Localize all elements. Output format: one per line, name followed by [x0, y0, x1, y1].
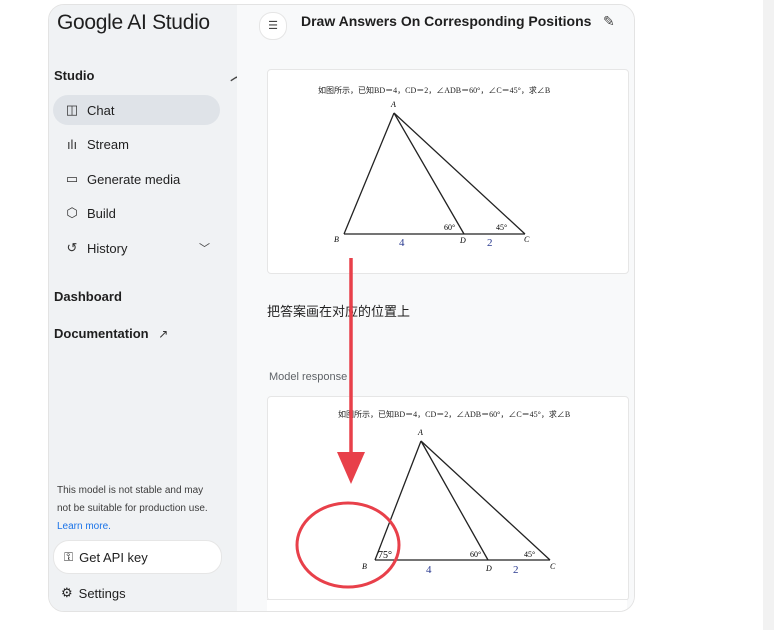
main-panel: ☰ Draw Answers On Corresponding Position… — [237, 5, 634, 611]
answer-angle-b-label: 75° — [378, 550, 392, 561]
gear-icon: ⚙ — [61, 585, 73, 600]
sidebar-item-stream[interactable]: ılı Stream — [53, 129, 220, 159]
sidebar-toggle-button[interactable]: ☰ — [259, 12, 287, 40]
external-link-icon: ↗ — [158, 327, 169, 341]
vertex-b-label: B — [334, 235, 339, 244]
angle-c-label: 45° — [496, 223, 507, 232]
sidebar: Google AI Studio Studio ︿ ◫ Chat ılı Str… — [49, 5, 270, 611]
angle-d-label: 60° — [444, 223, 455, 232]
angle-d-label: 60° — [470, 550, 481, 559]
chevron-down-icon: ﹀ — [199, 243, 210, 255]
key-icon: ⚿ — [64, 549, 74, 564]
angle-c-label: 45° — [524, 550, 535, 559]
vertex-a-label: A — [417, 428, 423, 437]
vertex-a-label: A — [390, 100, 396, 109]
prompt-image: 如图所示，已知BD＝4，CD＝2，∠ADB＝60°，∠C＝45°，求∠B A B… — [267, 69, 629, 274]
sidebar-item-label: Generate media — [87, 171, 181, 187]
vertex-b-label: B — [362, 562, 367, 571]
documentation-link[interactable]: Documentation ↗ — [54, 326, 168, 341]
vertex-d-label: D — [485, 564, 492, 573]
settings-button[interactable]: ⚙ Settings — [61, 585, 126, 601]
page-title: Draw Answers On Corresponding Positions — [301, 13, 592, 29]
studio-section-header[interactable]: Studio ︿ — [54, 68, 242, 83]
learn-more-link[interactable]: Learn more. — [57, 521, 111, 532]
next-message-card — [267, 599, 627, 611]
studio-section-label: Studio — [54, 68, 95, 83]
chat-icon: ◫ — [65, 102, 79, 117]
sidebar-item-label: Build — [87, 205, 116, 221]
problem-text: 如图所示，已知BD＝4，CD＝2，∠ADB＝60°，∠C＝45°，求∠B — [338, 409, 570, 419]
waveform-icon: ılı — [66, 136, 78, 152]
length-dc-label: 2 — [487, 237, 493, 249]
model-stability-note: This model is not stable and may not be … — [57, 482, 217, 536]
response-image: 如图所示，已知BD＝4，CD＝2，∠ADB＝60°，∠C＝45°，求∠B A B… — [267, 396, 629, 601]
triangle-figure: 如图所示，已知BD＝4，CD＝2，∠ADB＝60°，∠C＝45°，求∠B A B… — [318, 85, 550, 249]
sidebar-item-generate-media[interactable]: ▭ Generate media — [53, 164, 220, 194]
side-ad — [420, 440, 489, 561]
settings-label: Settings — [78, 585, 126, 601]
get-api-key-button[interactable]: ⚿ Get API key — [53, 540, 222, 574]
vertex-c-label: C — [524, 235, 530, 244]
sidebar-item-build[interactable]: ⬡ Build — [53, 198, 220, 228]
model-response-label: Model response — [269, 371, 348, 383]
length-bd-label: 4 — [426, 564, 432, 576]
sidebar-toggle-icon: ☰ — [268, 20, 278, 32]
build-icon: ⬡ — [66, 205, 78, 220]
side-ad — [393, 112, 465, 235]
top-bar: ☰ Draw Answers On Corresponding Position… — [237, 5, 634, 43]
app-window: Google AI Studio Studio ︿ ◫ Chat ılı Str… — [48, 4, 635, 612]
side-ac — [393, 112, 526, 235]
stability-note-text: This model is not stable and may not be … — [57, 485, 208, 514]
documentation-label: Documentation — [54, 326, 149, 341]
history-icon: ↺ — [66, 240, 78, 255]
length-dc-label: 2 — [513, 564, 519, 576]
problem-text: 如图所示，已知BD＝4，CD＝2，∠ADB＝60°，∠C＝45°，求∠B — [318, 85, 550, 95]
side-ab — [343, 112, 395, 235]
app-logo: Google AI Studio — [57, 11, 210, 34]
image-icon: ▭ — [65, 171, 79, 186]
vertex-c-label: C — [550, 562, 556, 571]
sidebar-item-label: Chat — [87, 102, 115, 118]
dashboard-section-header[interactable]: Dashboard ﹀ — [54, 289, 270, 304]
length-bd-label: 4 — [399, 237, 405, 249]
triangle-figure-answered: 如图所示，已知BD＝4，CD＝2，∠ADB＝60°，∠C＝45°，求∠B A B… — [338, 409, 570, 576]
sidebar-item-history[interactable]: ↺ History ﹀ — [53, 233, 220, 263]
page-scroll-edge — [763, 0, 774, 630]
edit-pencil-icon[interactable]: ✎ — [603, 13, 615, 30]
sidebar-item-label: Stream — [87, 136, 129, 152]
side-ac — [420, 440, 551, 561]
vertex-d-label: D — [459, 236, 466, 245]
dashboard-section-label: Dashboard — [54, 289, 122, 304]
api-key-label: Get API key — [79, 549, 148, 565]
user-prompt-text: 把答案画在对应的位置上 — [267, 304, 411, 319]
sidebar-item-label: History — [87, 240, 128, 256]
sidebar-item-chat[interactable]: ◫ Chat — [53, 95, 220, 125]
side-ab — [374, 440, 422, 561]
